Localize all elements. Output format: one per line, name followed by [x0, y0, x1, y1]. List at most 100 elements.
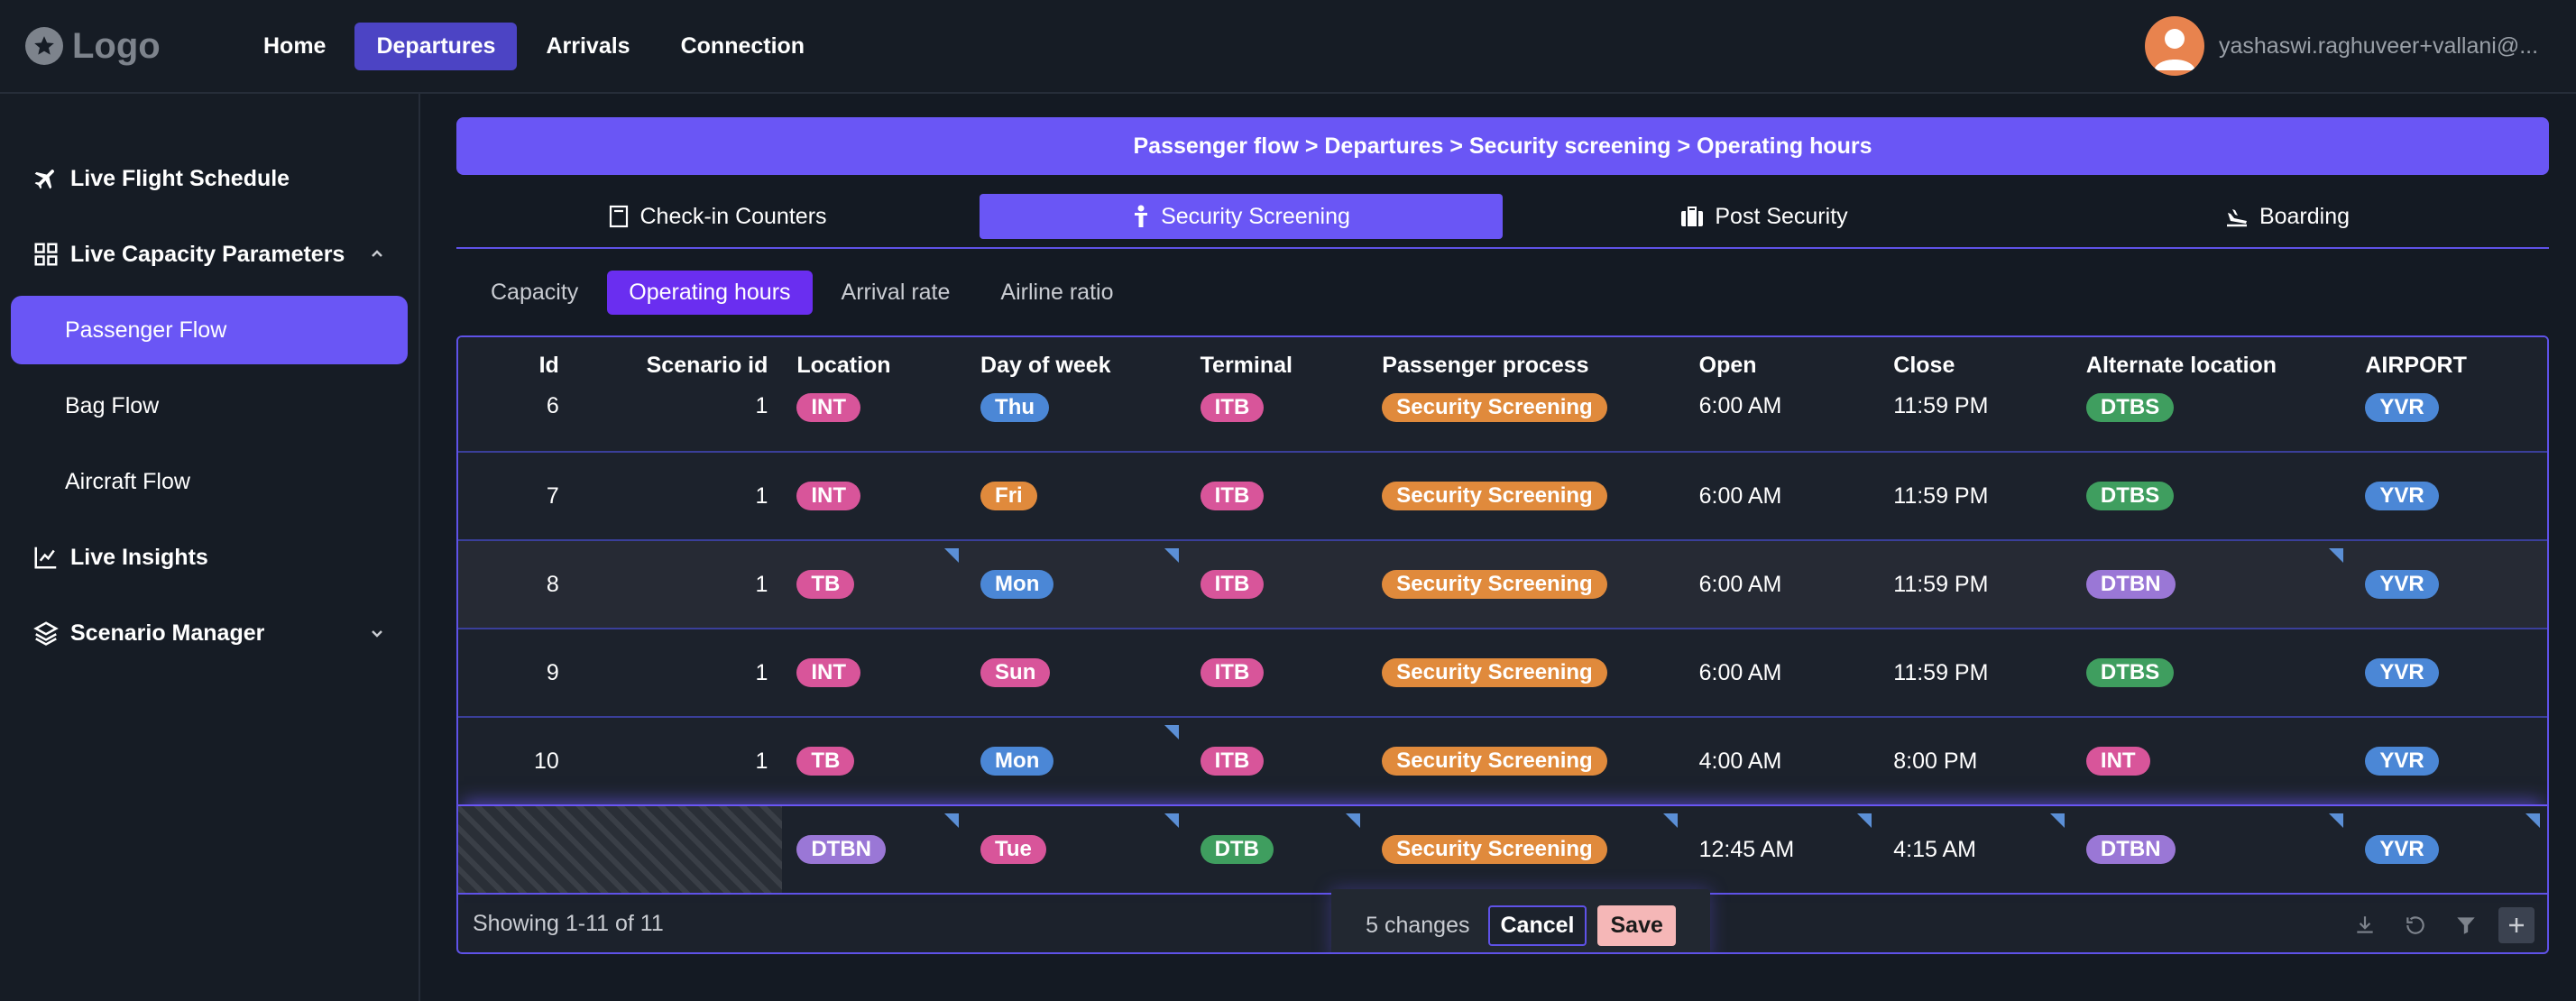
cell-close[interactable]: 11:59 PM: [1879, 629, 2072, 716]
table-row-new[interactable]: DTBN Tue DTB Security Screening 12:45 AM…: [458, 804, 2547, 893]
cell-open[interactable]: 6:00 AM: [1685, 629, 1880, 716]
sidebar-item-live-flight-schedule[interactable]: Live Flight Schedule: [11, 144, 408, 213]
cell-alternate-location[interactable]: INT: [2072, 718, 2351, 804]
add-row-icon[interactable]: [2498, 907, 2535, 943]
table-row[interactable]: 9 1 INT Sun ITB Security Screening 6:00 …: [458, 628, 2547, 716]
cell-airport[interactable]: YVR: [2351, 393, 2547, 451]
sidebar-item-live-capacity-parameters[interactable]: Live Capacity Parameters: [11, 220, 408, 289]
cell-alternate-location[interactable]: DTBS: [2072, 393, 2351, 451]
cell-day-of-week[interactable]: Sun: [966, 629, 1186, 716]
cell-location[interactable]: INT: [782, 393, 966, 451]
sidebar-item-scenario-manager[interactable]: Scenario Manager: [11, 599, 408, 667]
table-row[interactable]: 10 1 TB Mon ITB Security Screening 4:00 …: [458, 716, 2547, 804]
cell-close[interactable]: 11:59 PM: [1879, 541, 2072, 628]
cell-location[interactable]: DTBN: [782, 806, 966, 893]
cell-day-of-week[interactable]: Mon: [966, 541, 1186, 628]
cell-alternate-location[interactable]: DTBN: [2072, 806, 2351, 893]
cell-scenario-id[interactable]: 1: [566, 629, 783, 716]
cell-close[interactable]: 8:00 PM: [1879, 718, 2072, 804]
nav-connection[interactable]: Connection: [659, 23, 827, 70]
cancel-button[interactable]: Cancel: [1487, 905, 1587, 946]
tab-boarding[interactable]: Boarding: [2026, 194, 2549, 239]
table-row[interactable]: 6 1 INT Thu ITB Security Screening 6:00 …: [458, 393, 2547, 451]
cell-passenger-process[interactable]: Security Screening: [1367, 453, 1684, 539]
cell-day-of-week[interactable]: Fri: [966, 453, 1186, 539]
chevron-up-icon[interactable]: [366, 243, 388, 265]
cell-open[interactable]: 4:00 AM: [1685, 718, 1880, 804]
column-header-scenario-id[interactable]: Scenario id: [566, 337, 783, 393]
cell-id[interactable]: 9: [458, 629, 566, 716]
cell-open[interactable]: 6:00 AM: [1685, 541, 1880, 628]
cell-id[interactable]: 10: [458, 718, 566, 804]
cell-close[interactable]: 11:59 PM: [1879, 393, 2072, 451]
column-header-terminal[interactable]: Terminal: [1186, 337, 1368, 393]
nav-departures[interactable]: Departures: [354, 22, 518, 70]
cell-terminal[interactable]: ITB: [1186, 453, 1368, 539]
cell-location[interactable]: TB: [782, 541, 966, 628]
column-header-location[interactable]: Location: [782, 337, 966, 393]
cell-passenger-process[interactable]: Security Screening: [1367, 629, 1684, 716]
cell-airport[interactable]: YVR: [2351, 806, 2547, 893]
cell-open[interactable]: 12:45 AM: [1685, 806, 1880, 893]
tab-check-in-counters[interactable]: Check-in Counters: [456, 194, 980, 239]
nav-home[interactable]: Home: [242, 23, 347, 70]
cell-open[interactable]: 6:00 AM: [1685, 453, 1880, 539]
cell-passenger-process[interactable]: Security Screening: [1367, 541, 1684, 628]
cell-day-of-week[interactable]: Mon: [966, 718, 1186, 804]
cell-day-of-week[interactable]: Tue: [966, 806, 1186, 893]
cell-terminal[interactable]: ITB: [1186, 393, 1368, 451]
cell-passenger-process[interactable]: Security Screening: [1367, 393, 1684, 451]
cell-airport[interactable]: YVR: [2351, 541, 2547, 628]
download-icon[interactable]: [2347, 907, 2383, 943]
save-button[interactable]: Save: [1597, 905, 1676, 946]
tab-capacity[interactable]: Capacity: [469, 271, 600, 315]
filter-icon[interactable]: [2448, 907, 2484, 943]
sidebar-item-aircraft-flow[interactable]: Aircraft Flow: [11, 447, 408, 516]
cell-id[interactable]: 6: [458, 393, 566, 451]
cell-airport[interactable]: YVR: [2351, 453, 2547, 539]
cell-location[interactable]: INT: [782, 629, 966, 716]
column-header-passenger-process[interactable]: Passenger process: [1367, 337, 1684, 393]
cell-location[interactable]: INT: [782, 453, 966, 539]
cell-passenger-process[interactable]: Security Screening: [1367, 718, 1684, 804]
table-row[interactable]: 8 1 TB Mon ITB Security Screening 6:00 A…: [458, 539, 2547, 628]
sidebar-item-live-insights[interactable]: Live Insights: [11, 523, 408, 592]
cell-airport[interactable]: YVR: [2351, 718, 2547, 804]
cell-day-of-week[interactable]: Thu: [966, 393, 1186, 451]
cell-close[interactable]: 4:15 AM: [1879, 806, 2072, 893]
cell-terminal[interactable]: DTB: [1186, 806, 1368, 893]
cell-scenario-id[interactable]: 1: [566, 541, 783, 628]
cell-terminal[interactable]: ITB: [1186, 718, 1368, 804]
column-header-airport[interactable]: AIRPORT: [2351, 337, 2547, 393]
cell-terminal[interactable]: ITB: [1186, 629, 1368, 716]
cell-alternate-location[interactable]: DTBS: [2072, 629, 2351, 716]
user-menu[interactable]: yashaswi.raghuveer+vallani@...: [2145, 16, 2544, 76]
column-header-day-of-week[interactable]: Day of week: [966, 337, 1186, 393]
tab-post-security[interactable]: Post Security: [1503, 194, 2026, 239]
cell-close[interactable]: 11:59 PM: [1879, 453, 2072, 539]
column-header-open[interactable]: Open: [1685, 337, 1880, 393]
cell-id[interactable]: 7: [458, 453, 566, 539]
cell-terminal[interactable]: ITB: [1186, 541, 1368, 628]
avatar[interactable]: [2145, 16, 2204, 76]
tab-arrival-rate[interactable]: Arrival rate: [820, 271, 972, 315]
cell-id[interactable]: 8: [458, 541, 566, 628]
nav-arrivals[interactable]: Arrivals: [524, 23, 651, 70]
column-header-id[interactable]: Id: [458, 337, 566, 393]
chevron-down-icon[interactable]: [366, 622, 388, 644]
cell-airport[interactable]: YVR: [2351, 629, 2547, 716]
logo[interactable]: Logo: [25, 26, 215, 67]
cell-scenario-id[interactable]: 1: [566, 393, 783, 451]
cell-alternate-location[interactable]: DTBS: [2072, 453, 2351, 539]
refresh-icon[interactable]: [2397, 907, 2433, 943]
table-row[interactable]: 7 1 INT Fri ITB Security Screening 6:00 …: [458, 451, 2547, 539]
cell-alternate-location[interactable]: DTBN: [2072, 541, 2351, 628]
column-header-close[interactable]: Close: [1879, 337, 2072, 393]
tab-security-screening[interactable]: Security Screening: [980, 194, 1503, 239]
tab-operating-hours[interactable]: Operating hours: [607, 270, 813, 315]
column-header-alternate-location[interactable]: Alternate location: [2072, 337, 2351, 393]
cell-passenger-process[interactable]: Security Screening: [1367, 806, 1684, 893]
cell-scenario-id[interactable]: 1: [566, 718, 783, 804]
sidebar-item-passenger-flow[interactable]: Passenger Flow: [11, 296, 408, 364]
cell-scenario-id[interactable]: 1: [566, 453, 783, 539]
